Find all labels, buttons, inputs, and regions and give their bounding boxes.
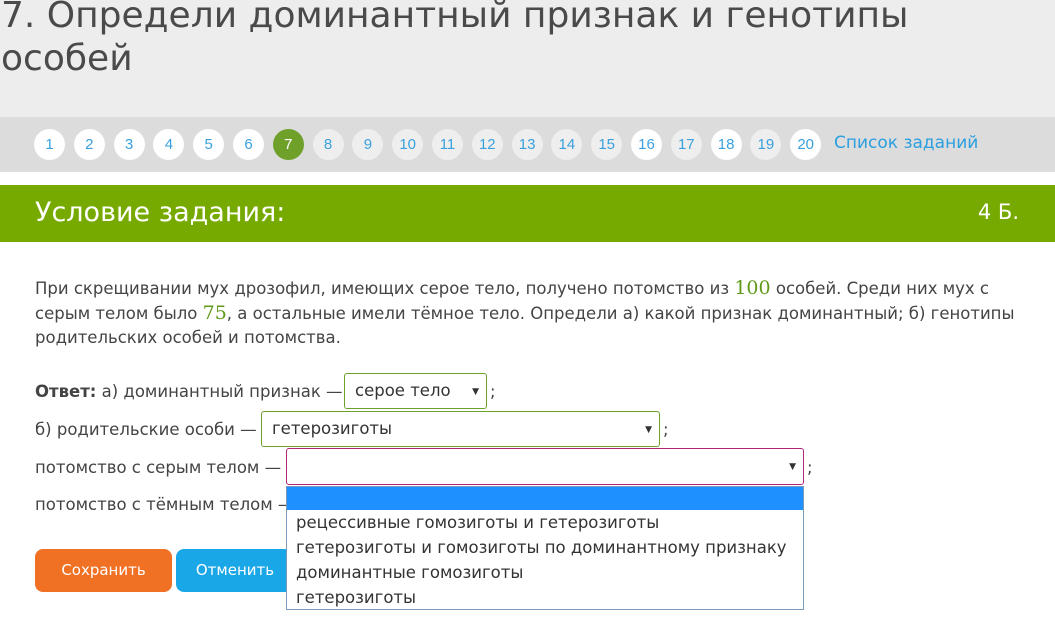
task-number-5[interactable]: 5 (193, 129, 225, 160)
grey-offspring-select[interactable]: ▼ (286, 448, 804, 485)
chevron-down-icon: ▼ (789, 462, 796, 472)
task-number-16[interactable]: 16 (631, 129, 662, 160)
task-number-3[interactable]: 3 (113, 129, 145, 160)
task-number-15[interactable]: 15 (591, 129, 623, 160)
dropdown-option-2[interactable]: гетерозиготы и гомозиготы по доминантном… (287, 535, 803, 560)
task-number-9[interactable]: 9 (352, 129, 384, 160)
task-number-18[interactable]: 18 (710, 129, 742, 160)
problem-number-100: 100 (734, 277, 771, 299)
task-number-6[interactable]: 6 (233, 129, 264, 160)
task-number-20[interactable]: 20 (790, 129, 822, 160)
task-number-10[interactable]: 10 (392, 129, 424, 160)
answer-row-a-text: а) доминантный признак — (96, 382, 343, 401)
task-navigation: 1 2 3 4 5 6 7 8 9 10 11 12 13 14 15 16 17 18 19 20 Список з… (0, 117, 1055, 172)
task-number-7[interactable]: 7 (272, 129, 304, 160)
problem-text: При скрещивании мух дрозофил, имеющих се… (35, 276, 1025, 350)
task-number-13[interactable]: 13 (511, 129, 543, 160)
save-button[interactable]: Сохранить (35, 549, 172, 592)
problem-number-75: 75 (202, 302, 227, 324)
condition-bar: Условие задания: 4 Б. (0, 185, 1055, 242)
semicolon-c: ; (807, 458, 813, 477)
task-number-2[interactable]: 2 (73, 129, 105, 160)
answer-row-b-text: б) родительские особи — (35, 420, 257, 439)
answer-row-d: потомство с тёмным телом — (35, 495, 294, 515)
page-header: 7. Определи доминантный признак и геноти… (0, 0, 1055, 117)
task-number-11[interactable]: 11 (432, 129, 463, 160)
answer-row-a: Ответ: а) доминантный признак — (35, 382, 343, 402)
task-number-14[interactable]: 14 (551, 129, 583, 160)
semicolon-a: ; (490, 382, 496, 401)
parents-genotype-value: гетерозиготы (272, 419, 393, 438)
page-title: 7. Определи доминантный признак и геноти… (1, 0, 909, 79)
chevron-down-icon: ▼ (472, 387, 479, 397)
task-number-12[interactable]: 12 (471, 129, 503, 160)
chevron-down-icon: ▼ (645, 425, 652, 435)
dominant-trait-select[interactable]: серое тело ▼ (344, 373, 487, 409)
dropdown-options-list: рецессивные гомозиготы и гетерозиготы ге… (286, 486, 804, 610)
task-number-19[interactable]: 19 (750, 129, 782, 160)
points-badge: 4 Б. (977, 200, 1019, 224)
condition-heading: Условие задания: (35, 197, 286, 228)
dropdown-option-empty[interactable] (287, 487, 803, 510)
task-number-1[interactable]: 1 (34, 129, 65, 160)
cancel-button[interactable]: Отменить (176, 549, 294, 592)
dropdown-option-3[interactable]: доминантные гомозиготы (287, 560, 803, 585)
problem-part-1: При скрещивании мух дрозофил, имеющих се… (35, 279, 735, 298)
parents-genotype-select[interactable]: гетерозиготы ▼ (261, 411, 660, 447)
dropdown-option-1[interactable]: рецессивные гомозиготы и гетерозиготы (287, 510, 803, 535)
task-list-link[interactable]: Список заданий (834, 133, 978, 153)
answer-label: Ответ: (35, 382, 97, 401)
semicolon-b: ; (663, 420, 669, 439)
answer-row-d-text: потомство с тёмным телом — (35, 495, 295, 514)
answer-row-c-text: потомство с серым телом — (35, 458, 282, 477)
task-number-4[interactable]: 4 (153, 129, 185, 160)
dropdown-option-4[interactable]: гетерозиготы (287, 585, 803, 610)
answer-row-c: потомство с серым телом — (35, 458, 281, 478)
dominant-trait-value: серое тело (355, 381, 451, 400)
answer-row-b: б) родительские особи — (35, 420, 257, 440)
task-number-17[interactable]: 17 (670, 129, 702, 160)
task-number-8[interactable]: 8 (312, 129, 344, 160)
